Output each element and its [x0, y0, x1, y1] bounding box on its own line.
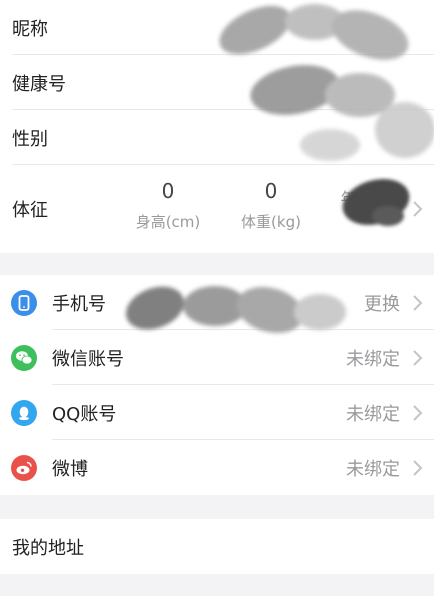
body-metrics-label: 体征 [12, 200, 48, 221]
wechat-icon [11, 344, 37, 371]
weibo-status: 未绑定 [346, 458, 400, 480]
height-metric: 0 身高(cm) [128, 179, 208, 233]
weight-value: 0 [264, 179, 278, 203]
weight-caption: 体重(kg) [241, 213, 301, 231]
weibo-icon [11, 454, 37, 481]
nickname-label: 昵称 [12, 18, 48, 40]
height-caption: 身高(cm) [135, 213, 201, 231]
section-gap [0, 253, 434, 275]
account-row-weibo[interactable]: 微博 未绑定 [0, 440, 434, 495]
health-id-row[interactable]: 健康号 [0, 55, 434, 110]
phone-label: 手机号 [52, 293, 106, 315]
weight-metric: 0 体重(kg) [231, 179, 311, 233]
address-label: 我的地址 [12, 537, 84, 559]
gender-label: 性别 [12, 128, 48, 150]
age-metric: 年龄(岁) [329, 179, 409, 209]
height-value: 0 [161, 179, 175, 203]
qq-status: 未绑定 [346, 403, 400, 425]
address-section: 我的地址 [0, 519, 434, 574]
body-metrics-row[interactable]: 体征 0 身高(cm) 0 体重(kg) 年龄(岁) [0, 165, 434, 253]
health-id-label: 健康号 [12, 73, 66, 95]
account-row-phone[interactable]: 手机号 更换 [0, 275, 434, 330]
wechat-status: 未绑定 [346, 348, 400, 370]
chevron-right-icon [410, 458, 424, 478]
qq-icon [11, 399, 37, 426]
chevron-right-icon [410, 293, 424, 313]
gender-row[interactable]: 性别 [0, 110, 434, 165]
wechat-label: 微信账号 [52, 348, 124, 370]
accounts-section: 手机号 更换 微信账号 未绑定 QQ账号 未绑定 微博 未绑定 [0, 275, 434, 495]
profile-section: 昵称 健康号 性别 体征 0 身高(cm) 0 体重(kg) 年龄(岁) [0, 0, 434, 253]
section-gap [0, 495, 434, 519]
address-row[interactable]: 我的地址 [0, 519, 434, 574]
age-caption: 年龄(岁) [340, 189, 398, 207]
chevron-right-icon [410, 403, 424, 423]
account-row-wechat[interactable]: 微信账号 未绑定 [0, 330, 434, 385]
qq-label: QQ账号 [52, 403, 117, 425]
phone-icon [11, 289, 37, 316]
nickname-row[interactable]: 昵称 [0, 0, 434, 55]
phone-status: 更换 [364, 293, 400, 315]
weibo-label: 微博 [52, 458, 88, 480]
account-row-qq[interactable]: QQ账号 未绑定 [0, 385, 434, 440]
chevron-right-icon [410, 348, 424, 368]
chevron-right-icon [410, 199, 424, 219]
